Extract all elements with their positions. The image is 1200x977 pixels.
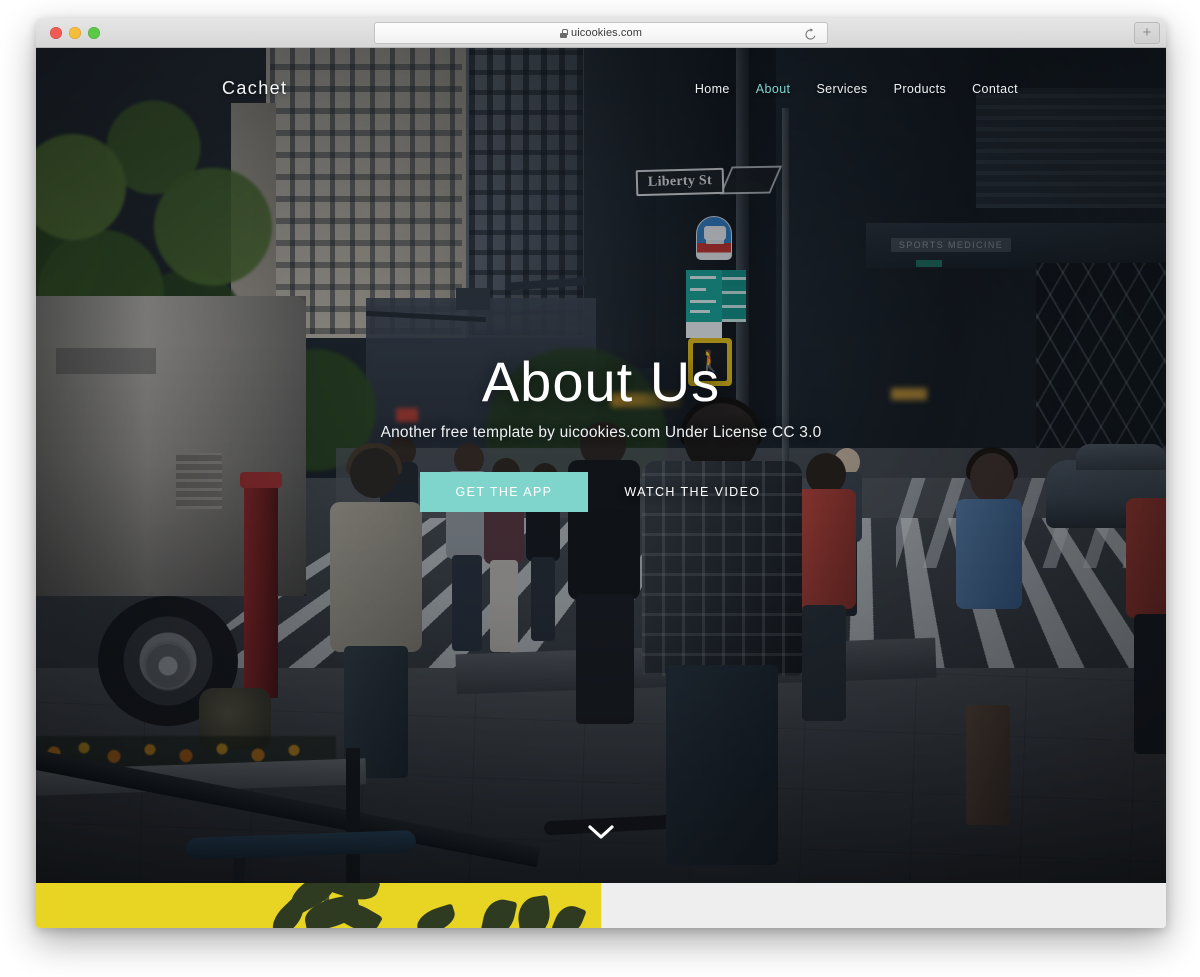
- lock-icon: [560, 28, 568, 38]
- hero-content: About Us Another free template by uicook…: [36, 48, 1166, 883]
- reload-icon[interactable]: [804, 28, 817, 41]
- hero-cta-group: GET THE APP WATCH THE VIDEO: [419, 472, 783, 512]
- zoom-window-button[interactable]: [88, 27, 100, 39]
- url-text: uicookies.com: [571, 27, 642, 39]
- browser-window: uicookies.com + Cachet Home About Servic…: [36, 18, 1166, 928]
- watch-the-video-button[interactable]: WATCH THE VIDEO: [602, 472, 782, 512]
- new-tab-button[interactable]: +: [1134, 22, 1160, 44]
- minimize-window-button[interactable]: [69, 27, 81, 39]
- next-section-preview: [36, 883, 1166, 928]
- address-bar[interactable]: uicookies.com: [374, 22, 828, 44]
- url-text-wrap: uicookies.com: [560, 27, 642, 39]
- yellow-plant-panel: [36, 883, 601, 928]
- page-viewport: SPORTS MEDICINE: [36, 48, 1166, 928]
- get-the-app-button[interactable]: GET THE APP: [419, 472, 589, 512]
- grey-content-panel: [601, 883, 1166, 928]
- page-title: About Us: [481, 350, 721, 413]
- hero-subtitle: Another free template by uicookies.com U…: [380, 424, 822, 441]
- hero-section: SPORTS MEDICINE: [36, 48, 1166, 883]
- browser-titlebar: uicookies.com +: [36, 18, 1166, 48]
- chevron-down-icon[interactable]: [588, 825, 614, 845]
- close-window-button[interactable]: [50, 27, 62, 39]
